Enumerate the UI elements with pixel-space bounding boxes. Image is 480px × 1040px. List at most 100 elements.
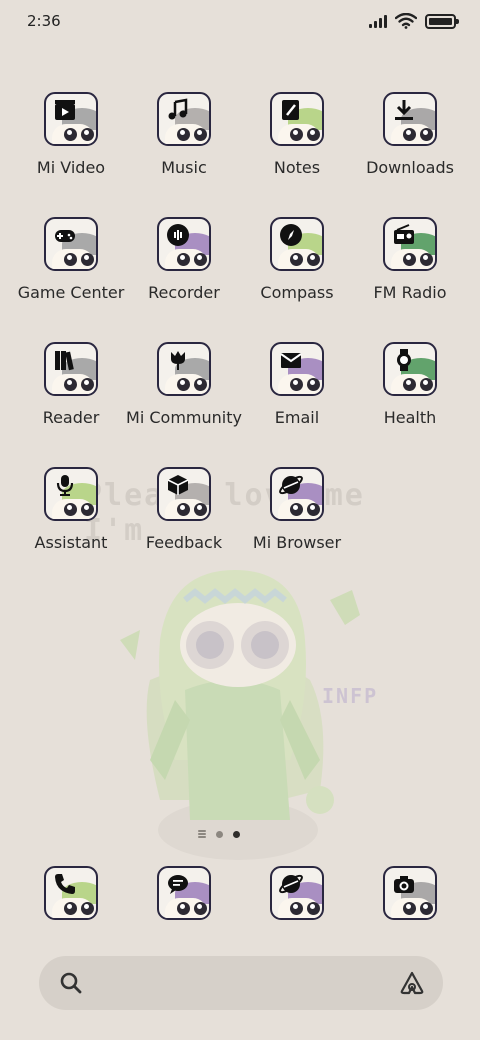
search-bar[interactable]: [39, 956, 443, 1010]
character-eye: [177, 128, 190, 141]
app-icon: [383, 342, 437, 396]
character-face: [52, 249, 94, 269]
character-face: [278, 374, 320, 394]
character-face: [165, 124, 207, 144]
character-eye: [194, 253, 207, 266]
phone-icon: [55, 874, 75, 894]
character-eye: [194, 378, 207, 391]
app-health[interactable]: Health: [350, 342, 470, 427]
character-eye: [64, 902, 77, 915]
character-eye: [81, 503, 94, 516]
character-eye: [177, 902, 190, 915]
character-eye: [403, 378, 416, 391]
character-eye: [81, 128, 94, 141]
app-compass[interactable]: Compass: [237, 217, 357, 302]
character-eye: [420, 902, 433, 915]
wifi-icon: [395, 13, 417, 29]
character-face: [391, 374, 433, 394]
status-icons: [369, 13, 459, 29]
app-notes[interactable]: Notes: [237, 92, 357, 177]
character-eye: [403, 902, 416, 915]
character-eye: [64, 128, 77, 141]
character-eye: [307, 503, 320, 516]
recorder-icon: [167, 224, 189, 246]
app-downloads[interactable]: Downloads: [350, 92, 470, 177]
character-face: [391, 249, 433, 269]
app-label: Email: [274, 408, 320, 427]
character-face: [278, 124, 320, 144]
character-eye: [290, 253, 303, 266]
character-eye: [290, 503, 303, 516]
app-icon: [157, 467, 211, 521]
character-face: [165, 898, 207, 918]
planet-icon: [279, 475, 303, 495]
app-label: Notes: [273, 158, 321, 177]
app-label: Downloads: [366, 158, 454, 177]
app-icon: [383, 217, 437, 271]
app-icon: [44, 92, 98, 146]
app-reader[interactable]: Reader: [11, 342, 131, 427]
app-label: Health: [383, 408, 437, 427]
page-indicator-menu-icon: [198, 830, 206, 838]
character-face: [391, 124, 433, 144]
dock-messages[interactable]: [124, 866, 244, 920]
app-label: Game Center: [17, 283, 125, 302]
app-mi-browser[interactable]: Mi Browser: [237, 467, 357, 552]
battery-fill: [429, 17, 452, 25]
app-label: Feedback: [145, 533, 223, 552]
tulip-icon: [171, 351, 185, 370]
microphone-icon: [56, 475, 74, 496]
dock-phone[interactable]: [11, 866, 131, 920]
app-icon: [270, 467, 324, 521]
character-eye: [81, 253, 94, 266]
character-eye: [64, 378, 77, 391]
app-label: Mi Community: [126, 408, 242, 427]
app-label: Music: [161, 158, 207, 177]
character-eye: [177, 378, 190, 391]
assistant-icon[interactable]: [399, 970, 425, 996]
status-bar: 2:36: [0, 0, 480, 44]
app-icon: [383, 92, 437, 146]
app-label: FM Radio: [373, 283, 447, 302]
app-mi-video[interactable]: Mi Video: [11, 92, 131, 177]
character-face: [52, 898, 94, 918]
message-icon: [168, 875, 188, 894]
character-eye: [403, 253, 416, 266]
search-icon: [60, 972, 82, 994]
character-eye: [403, 128, 416, 141]
page-indicator[interactable]: [198, 830, 240, 838]
character-eye: [64, 503, 77, 516]
app-icon: [157, 217, 211, 271]
app-feedback[interactable]: Feedback: [124, 467, 244, 552]
page-dot-2[interactable]: [216, 830, 223, 838]
app-icon: [157, 342, 211, 396]
page-dot-3[interactable]: [233, 830, 240, 838]
app-assistant[interactable]: Assistant: [11, 467, 131, 552]
character-eye: [420, 128, 433, 141]
app-label: Assistant: [34, 533, 108, 552]
character-face: [278, 249, 320, 269]
character-eye: [64, 253, 77, 266]
app-music[interactable]: Music: [124, 92, 244, 177]
character-eye: [307, 253, 320, 266]
app-mi-community[interactable]: Mi Community: [124, 342, 244, 427]
app-email[interactable]: Email: [237, 342, 357, 427]
app-label: Reader: [42, 408, 100, 427]
character-face: [165, 249, 207, 269]
character-eye: [420, 378, 433, 391]
character-eye: [81, 378, 94, 391]
app-game-center[interactable]: Game Center: [11, 217, 131, 302]
character-face: [391, 898, 433, 918]
notes-icon: [282, 100, 299, 120]
character-eye: [177, 253, 190, 266]
app-fm-radio[interactable]: FM Radio: [350, 217, 470, 302]
signal-icon: [369, 14, 387, 28]
box-icon: [167, 475, 189, 495]
character-eye: [194, 902, 207, 915]
dock-camera[interactable]: [350, 866, 470, 920]
app-icon: [157, 92, 211, 146]
character-eye: [177, 503, 190, 516]
app-recorder[interactable]: Recorder: [124, 217, 244, 302]
app-label: Compass: [260, 283, 334, 302]
dock-browser[interactable]: [237, 866, 357, 920]
